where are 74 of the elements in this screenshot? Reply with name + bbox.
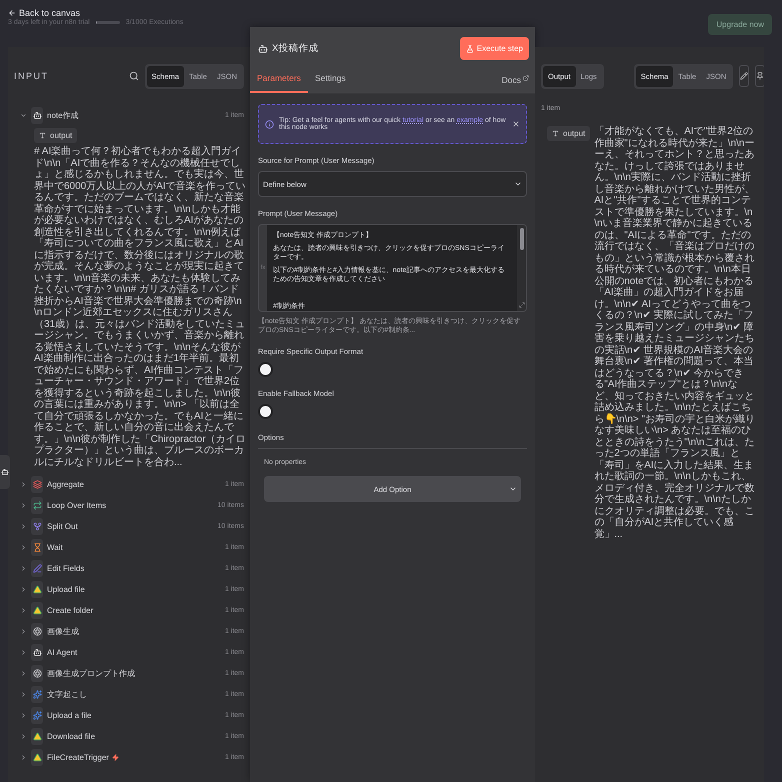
output-value: 「才能がなくても、AIで"世界2位の作曲家"になれる時代が来た」\n\nーーえ、それってホント？と思ったあなた。けっして誇張ではありません。\n\n実際に、バンド活動に挫折し音楽から離れかけていた男性が、AIと"共作"することで世界的コンテストで準優勝を果たしています。\n\nいま音楽業界で静かに起きているのは、"AIによる革命"です。ただの流行ではなく、「音楽はプロだけのもの」という常識が根本から覆される時代が来ているのです。\n\n本日公開のnoteでは、初心者にもわかる「AI楽曲」の超入門ガイドをお届け。\n\n✔ AIってどうやって曲をつくるの？\n✔ 実際に試してみた「フランス風寿司ソング」の中身\n✔ 障害を乗り越えたミュージシャンたちの実話\n✔ 世界規模のAI音楽大会の舞台裏\n✔ 著作権の問題って、本当はどうなってる？\n✔ 今からできる"AI作曲ステップ"とは？\n\nなど、知っておきたい内容をギュッと詰め込みました。\n\nたとえばこちら👇\n\n> "お寿司の宇と白米が織りなす美味しい\n> あなたは至福のひとときの詩をうたう"\n\nこれは、たった2つの単語「フランス風」と「寿司」をAIに入力した結果、生まれた歌詞の一節。\n\nしかもこれ、メロディ付き、完全オリジナルで数分で生成されたんです。\n\nたしかにクオリティ調整は必要。でも、この「自分がAIと共作していく感覚」...: [594, 126, 756, 540]
chevron-icon[interactable]: [20, 523, 27, 530]
pin-icon: [756, 72, 764, 80]
fork-icon: [32, 522, 42, 531]
node-name[interactable]: Upload file: [47, 585, 85, 594]
chevron-icon[interactable]: [20, 754, 27, 761]
flask-icon: [466, 44, 474, 52]
search-icon[interactable]: [128, 71, 139, 81]
upgrade-button[interactable]: Upgrade now: [708, 14, 772, 35]
docs-link[interactable]: Docs: [502, 75, 529, 93]
chevron-icon[interactable]: [20, 607, 27, 614]
node-name[interactable]: 画像生成: [47, 626, 79, 637]
chevron-icon[interactable]: [20, 712, 27, 719]
chevron-icon[interactable]: [20, 565, 27, 572]
triangle-icon: [32, 732, 42, 741]
toggle-switch[interactable]: [258, 362, 273, 378]
text-type-icon: [39, 132, 46, 139]
pin-button[interactable]: [755, 65, 764, 87]
text-type-icon: [552, 130, 559, 137]
loop-icon: [32, 501, 42, 510]
chevron-icon[interactable]: [20, 691, 27, 698]
node-name[interactable]: Split Out: [47, 522, 78, 531]
chevron-icon[interactable]: [20, 733, 27, 740]
pencil-icon: [740, 72, 748, 80]
field-chip: output: [34, 128, 78, 143]
node-title: X投稿作成: [272, 42, 318, 55]
sparkle-icon: [32, 690, 42, 699]
node-name[interactable]: note作成: [47, 110, 79, 121]
node-name[interactable]: 文字起こし: [47, 689, 87, 700]
output-value: # AI楽曲って何？初心者でもわかる超入門ガイド\n\n「AIで曲を作る？そんなの機械任せでしょ」と感じるかもしれません。でも実は今、世界中で6000万人以上の人がAIで音楽を作っているんです。ただのブームではなく、新たな音楽革命がすでに始まっています。\n\nしかも才能が必要ないわけではなく、むしろAIがあなたの創造性を引き出してくれるんです。\n\n例えば「寿司についての曲をフランス風に歌え」とAIに指示するだけで、数分後にはオリジナルの歌が完成。そんな夢のようなことが現実に起きています。\n\n音楽の未来、あなたも体験してみたくないですか？\n\n# ガリスが語る！バンド挫折からAI音楽で世界大会準優勝までの奇跡\n\nロンドン近郊エセックスに住むガリスさん（31歳）は、元々はバンド活動をしていたミュージシャン。でもうまくいかず、音楽から離れる覚悟さえしていたそうです。\n\nそんな彼がAI楽曲制作に出合ったのはまだ1年半前。最初で始めたにも関わらず、AI作曲コンテスト「フューチャー・サウンド・アワード」で世界2位を獲得するという奇跡を起こしました。\n\n彼の言葉には重みがあります。\n\n> 「以前は全て自分で頑張るしかなかった。でもAIと一緒に作ることで、新しい自分の音に出会えたんです。」\n\n彼が制作した「Chiropractor（カイロプラクター）」という曲は、ブルースのボーカルにチルなドリルビートを合わ...: [34, 146, 246, 468]
layers-icon: [32, 480, 42, 489]
node-name[interactable]: Loop Over Items: [47, 501, 106, 510]
sparkle-icon: [32, 711, 42, 720]
aperture-icon: [32, 669, 42, 678]
node-name[interactable]: 画像生成プロンプト作成: [47, 668, 135, 679]
external-link-icon: [523, 75, 529, 81]
back-link[interactable]: Back to canvas: [8, 8, 184, 18]
back-arrow-icon: [8, 9, 16, 17]
node-name[interactable]: Create folder: [47, 606, 94, 615]
chevron-icon[interactable]: [20, 544, 27, 551]
tab[interactable]: Settings: [308, 73, 353, 93]
aperture-icon: [32, 627, 42, 636]
robot-icon: [32, 111, 42, 120]
node-handle[interactable]: [0, 455, 10, 489]
chevron-icon[interactable]: [20, 586, 27, 593]
pen-icon: [32, 564, 42, 573]
panel-title: INPUT: [14, 71, 50, 81]
node-name[interactable]: Upload a file: [47, 711, 92, 720]
chevron-icon[interactable]: [20, 628, 27, 635]
robot-icon: [258, 44, 268, 54]
robot-icon: [1, 468, 9, 476]
triangle-icon: [32, 753, 42, 762]
info-icon: [265, 120, 274, 128]
chevron-icon[interactable]: [20, 112, 27, 119]
hourglass-icon: [32, 543, 42, 552]
node-name[interactable]: Aggregate: [47, 480, 84, 489]
node-name[interactable]: FileCreateTrigger: [47, 753, 109, 762]
node-name[interactable]: Download file: [47, 732, 96, 741]
field-chip: output: [547, 126, 590, 141]
triangle-icon: [32, 606, 42, 615]
robot-icon: [32, 648, 42, 657]
node-name[interactable]: AI Agent: [47, 648, 78, 657]
chevron-icon[interactable]: [20, 502, 27, 509]
triangle-icon: [32, 585, 42, 594]
chevron-icon[interactable]: [20, 670, 27, 677]
node-name[interactable]: Wait: [47, 543, 63, 552]
caret-icon: [514, 180, 522, 188]
close-icon[interactable]: [512, 120, 520, 128]
chevron-icon[interactable]: [20, 481, 27, 488]
chevron-icon[interactable]: [20, 649, 27, 656]
toggle-switch[interactable]: [258, 404, 273, 420]
executions-bar: [96, 21, 120, 24]
node-name[interactable]: Edit Fields: [47, 564, 84, 573]
edit-button[interactable]: [739, 65, 750, 87]
